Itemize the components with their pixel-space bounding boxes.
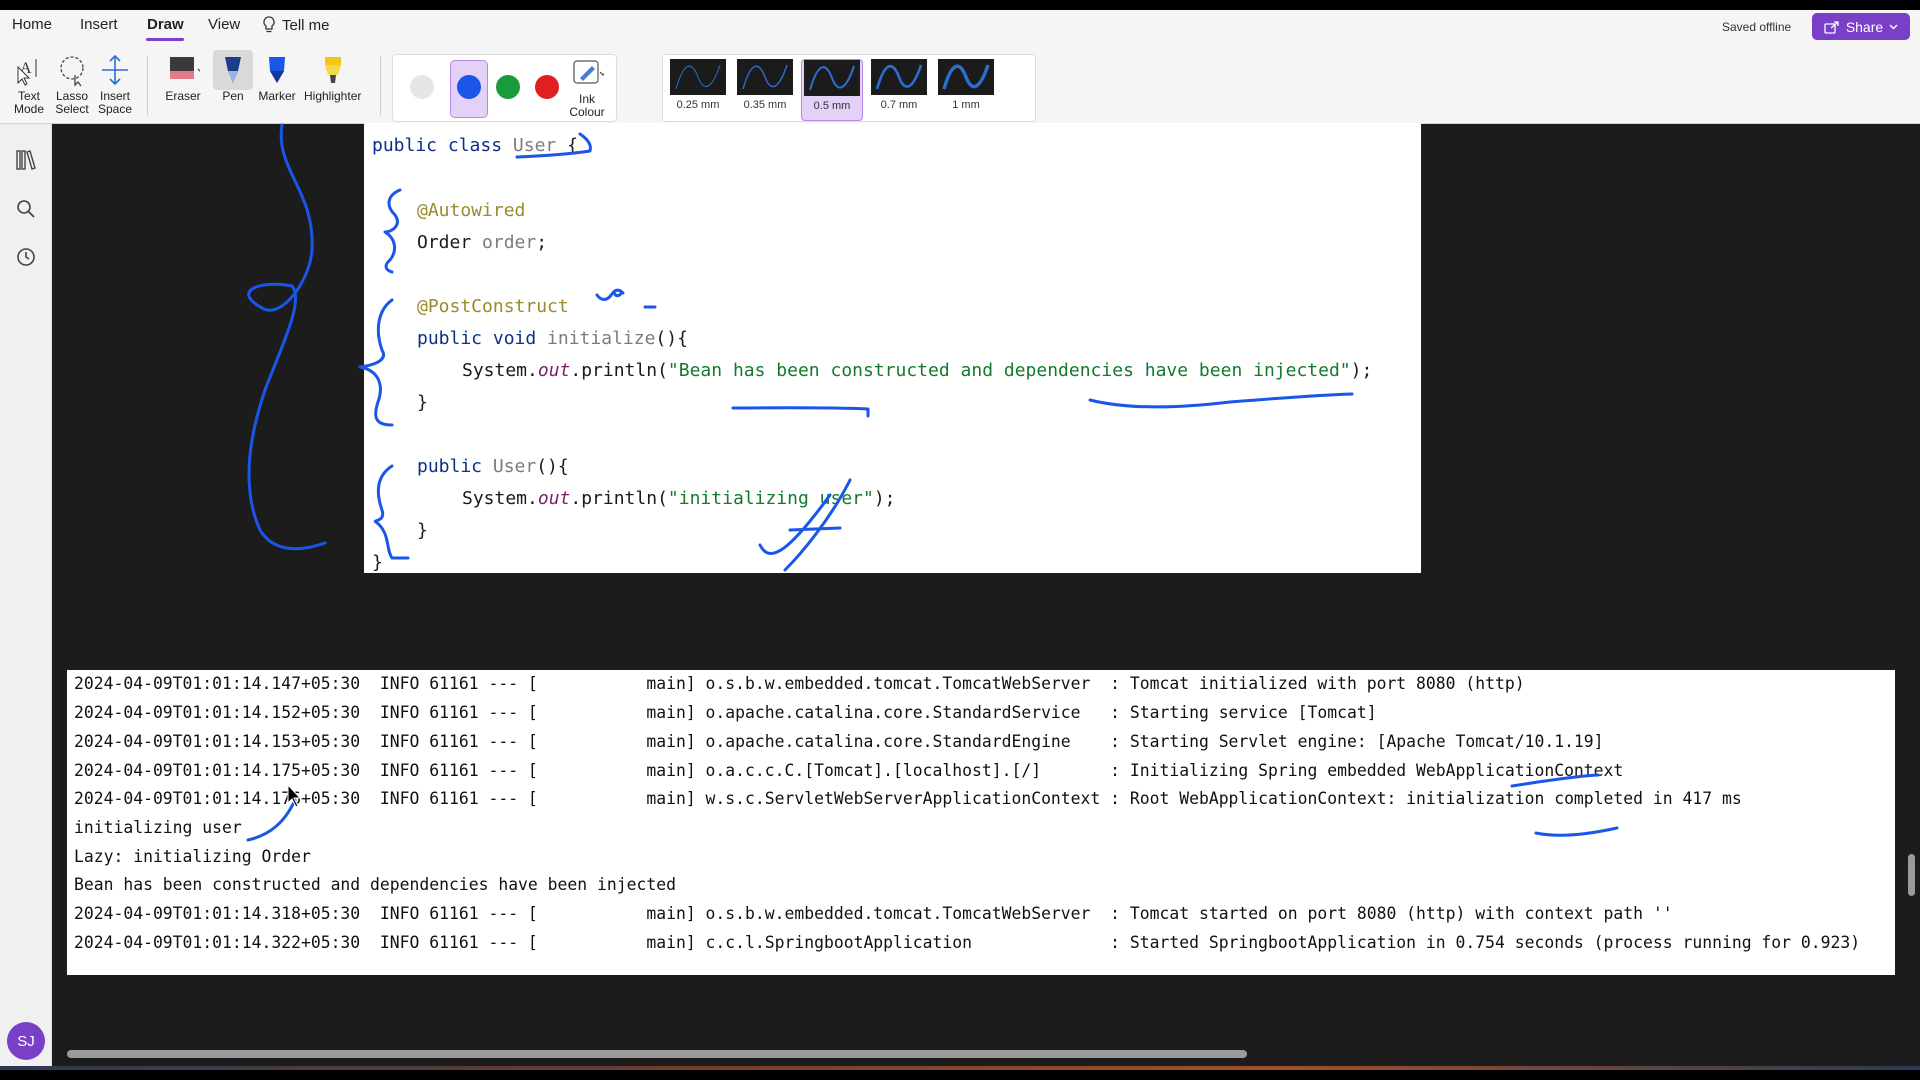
thickness-preview (871, 59, 927, 95)
thickness-option-1[interactable]: 1 mm (935, 59, 997, 121)
code-line-3: Order order; (417, 232, 548, 253)
log-line: Lazy: initializing Order (74, 847, 311, 866)
text-mode-button[interactable]: A Text Mode (9, 50, 49, 116)
vertical-scrollbar[interactable] (1908, 854, 1915, 896)
code-line-8: public User(){ (417, 456, 569, 477)
ink-colour-label-2: Colour (569, 105, 605, 119)
code-line-6: System.out.println("Bean has been constr… (462, 360, 1373, 381)
log-line: 2024-04-09T01:01:14.147+05:30 INFO 61161… (74, 674, 1525, 693)
code-line-5: public void initialize(){ (417, 328, 688, 349)
log-line: 2024-04-09T01:01:14.318+05:30 INFO 61161… (74, 904, 1673, 923)
share-icon (1824, 20, 1839, 34)
share-button[interactable]: Share (1812, 13, 1910, 40)
search-icon[interactable] (14, 197, 38, 221)
log-line: 2024-04-09T01:01:14.152+05:30 INFO 61161… (74, 703, 1377, 722)
onenote-window: Home Insert Draw View Tell me Saved offl… (0, 10, 1920, 1070)
save-status: Saved offline (1722, 20, 1792, 34)
code-line-2: @Autowired (417, 200, 526, 221)
thickness-option-0-35[interactable]: 0.35 mm (734, 59, 796, 121)
highlighter-label: Highlighter (304, 89, 362, 103)
tell-me-label: Tell me (282, 16, 330, 34)
ink-stroke (247, 123, 327, 551)
code-line-9: System.out.println("initializing user"); (462, 488, 896, 509)
ribbon: Home Insert Draw View Tell me Saved offl… (0, 10, 1920, 124)
lightbulb-icon (263, 16, 275, 33)
log-line: Bean has been constructed and dependenci… (74, 875, 676, 894)
ink-colour-button[interactable]: Ink Colour (567, 53, 607, 119)
ribbon-divider (147, 56, 148, 116)
pen-thickness-palette: 0.25 mm 0.35 mm 0.5 mm 0.7 mm 1 mm (662, 54, 1036, 122)
insert-space-icon (95, 50, 135, 90)
marker-icon (257, 50, 297, 90)
horizontal-scrollbar[interactable] (67, 1050, 1247, 1058)
pen-button[interactable]: Pen (213, 50, 253, 103)
ribbon-tabs: Home Insert Draw View Tell me Saved offl… (0, 10, 1920, 46)
thickness-label: 0.35 mm (743, 99, 787, 111)
tab-draw[interactable]: Draw (147, 16, 184, 33)
lasso-label-2: Select (55, 102, 89, 116)
eraser-label: Eraser (165, 89, 201, 103)
lasso-icon (52, 50, 92, 90)
active-tab-indicator (146, 38, 184, 41)
navigation-rail: SJ (0, 124, 52, 1070)
ribbon-divider (380, 56, 381, 116)
log-line: 2024-04-09T01:01:14.322+05:30 INFO 61161… (74, 933, 1861, 952)
log-line: initializing user (74, 818, 242, 837)
eraser-icon (163, 50, 203, 90)
code-line-4: @PostConstruct (417, 296, 569, 317)
thickness-preview (804, 60, 860, 96)
thickness-label: 0.5 mm (813, 100, 851, 112)
thickness-label: 0.25 mm (676, 99, 720, 111)
thickness-option-0-25[interactable]: 0.25 mm (667, 59, 729, 121)
code-line-11: } (372, 552, 383, 573)
text-mode-label-2: Mode (13, 102, 45, 116)
log-line: 2024-04-09T01:01:14.153+05:30 INFO 61161… (74, 732, 1604, 751)
color-swatch-red[interactable] (535, 75, 559, 99)
ink-colour-icon (567, 53, 607, 93)
marker-button[interactable]: Marker (257, 50, 297, 103)
marker-label: Marker (258, 89, 296, 103)
lasso-select-button[interactable]: Lasso Select (52, 50, 92, 116)
pen-icon (213, 50, 253, 90)
log-line: 2024-04-09T01:01:14.175+05:30 INFO 61161… (74, 761, 1624, 780)
share-label: Share (1845, 18, 1884, 35)
color-swatch-white[interactable] (410, 75, 434, 99)
avatar[interactable]: SJ (7, 1022, 45, 1060)
taskbar-edge (0, 1066, 1920, 1070)
code-line-10: } (417, 520, 428, 541)
code-line-1: public class User { (372, 135, 578, 156)
code-screenshot: public class User { @Autowired Order ord… (364, 123, 1421, 573)
code-line-7: } (417, 392, 428, 413)
tab-view[interactable]: View (208, 16, 240, 33)
thickness-label: 0.7 mm (880, 99, 918, 111)
color-swatch-blue[interactable] (457, 75, 481, 99)
log-line: 2024-04-09T01:01:14.176+05:30 INFO 61161… (74, 789, 1742, 808)
console-output: 2024-04-09T01:01:14.147+05:30 INFO 61161… (67, 670, 1895, 975)
pen-label: Pen (222, 89, 244, 103)
tab-insert[interactable]: Insert (80, 16, 118, 33)
thickness-option-0-7[interactable]: 0.7 mm (868, 59, 930, 121)
pen-color-palette: Ink Colour (392, 54, 617, 122)
notebooks-icon[interactable] (14, 148, 38, 172)
thickness-label: 1 mm (952, 99, 980, 111)
tab-home[interactable]: Home (12, 16, 52, 33)
insert-space-label-2: Space (97, 102, 133, 116)
thickness-preview (938, 59, 994, 95)
thickness-preview (737, 59, 793, 95)
eraser-button[interactable]: Eraser (163, 50, 203, 103)
thickness-preview (670, 59, 726, 95)
thickness-option-0-5[interactable]: 0.5 mm (801, 59, 863, 121)
recent-clock-icon[interactable] (14, 245, 38, 269)
color-swatch-green[interactable] (496, 75, 520, 99)
highlighter-button[interactable]: Highlighter (304, 50, 361, 103)
tell-me-box[interactable]: Tell me (262, 16, 330, 34)
chevron-down-icon (1889, 24, 1898, 29)
highlighter-icon (313, 50, 353, 90)
insert-space-button[interactable]: Insert Space (95, 50, 135, 116)
text-cursor-icon: A (9, 50, 49, 90)
